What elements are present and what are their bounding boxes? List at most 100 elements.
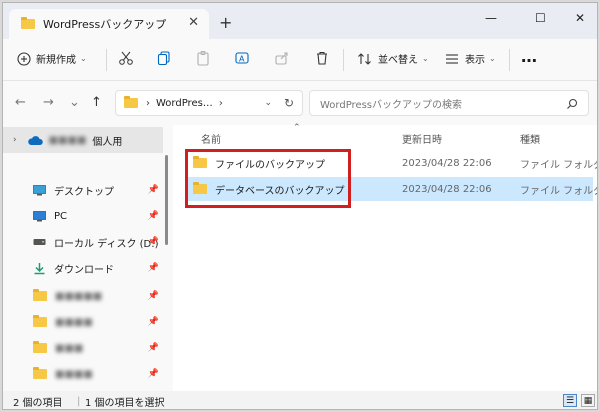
cut-icon[interactable] (118, 50, 134, 66)
breadcrumb-separator: › (146, 97, 150, 109)
breadcrumb-segment[interactable]: WordPres… (156, 98, 213, 109)
file-date: 2023/04/28 22:06 (402, 157, 492, 169)
sidebar-item-local-disk[interactable]: ローカル ディスク (D:) 📌 (3, 229, 163, 255)
divider (343, 49, 344, 71)
address-bar[interactable]: › WordPres… › ⌄ ↻ (115, 90, 303, 116)
back-arrow-icon[interactable]: ← (15, 95, 26, 110)
explorer-window: WordPressバックアップ ✕ + — ☐ ✕ 新規作成 ⌄ A 並べ替え … (2, 2, 598, 410)
pin-icon: 📌 (147, 185, 159, 195)
sidebar-scrollbar[interactable] (165, 133, 168, 383)
maximize-button[interactable]: ☐ (535, 11, 546, 25)
pin-icon: 📌 (147, 369, 159, 379)
new-button[interactable]: 新規作成 ⌄ (17, 51, 87, 66)
svg-text:A: A (239, 55, 245, 64)
pin-icon: 📌 (147, 263, 159, 273)
chevron-down-icon: ⌄ (422, 54, 429, 63)
navigation-pane: › ■■■■ 個人用 デスクトップ 📌 PC 📌 ローカル ディスク (D:) … (3, 125, 173, 391)
folder-icon (21, 17, 35, 29)
search-box[interactable]: WordPressバックアップの検索 (309, 90, 589, 116)
refresh-icon[interactable]: ↻ (284, 96, 294, 110)
scrollbar-thumb[interactable] (165, 155, 168, 245)
redacted-folder-name: ■■■ (55, 342, 84, 354)
more-options-button[interactable]: … (521, 47, 537, 66)
sidebar-item-downloads[interactable]: ダウンロード 📌 (3, 255, 163, 281)
title-bar: WordPressバックアップ ✕ + — ☐ ✕ (3, 3, 597, 39)
selection-count: 1 個の項目を選択 (85, 397, 165, 409)
minimize-button[interactable]: — (485, 11, 497, 25)
plus-circle-icon (17, 51, 31, 66)
address-row: ← → ⌄ ↑ › WordPres… › ⌄ ↻ WordPressバックアッ… (3, 81, 597, 125)
sort-ascending-icon: ⌃ (293, 123, 301, 133)
sidebar-item-desktop[interactable]: デスクトップ 📌 (3, 177, 163, 203)
expand-chevron-icon[interactable]: ⌄ (69, 95, 80, 110)
tab-title: WordPressバックアップ (43, 18, 167, 31)
sidebar-item-redacted-folder[interactable]: ■■■■ 📌 (3, 361, 163, 387)
file-list: ⌃ 名前 更新日時 種類 ファイルのバックアップ 2023/04/28 22:0… (173, 123, 597, 391)
file-date: 2023/04/28 22:06 (402, 183, 492, 195)
view-button[interactable]: 表示 ⌄ (445, 51, 496, 66)
breadcrumb-separator: › (218, 97, 223, 109)
paste-icon[interactable] (195, 50, 211, 66)
new-tab-button[interactable]: + (219, 13, 232, 32)
pin-icon: 📌 (147, 343, 159, 353)
file-type: ファイル フォルダー (520, 159, 597, 171)
sort-label: 並べ替え (378, 55, 418, 66)
column-header-type[interactable]: 種類 (520, 131, 540, 146)
pin-icon: 📌 (147, 237, 159, 247)
folder-icon (33, 289, 47, 301)
cloud-icon (27, 135, 43, 145)
search-icon (567, 98, 578, 109)
command-bar: 新規作成 ⌄ A 並べ替え ⌄ 表示 ⌄ … (3, 39, 597, 81)
account-name-redacted: ■■■■ (48, 134, 87, 146)
view-label: 表示 (465, 55, 485, 66)
redacted-folder-name: ■■■■ (55, 316, 93, 328)
details-view-icon[interactable]: ☰ (563, 394, 577, 407)
new-label: 新規作成 (36, 55, 76, 66)
redacted-folder-name: ■■■■■ (55, 290, 103, 302)
sidebar-item-label: 個人用 (92, 136, 123, 148)
expand-chevron-icon[interactable]: › (13, 135, 17, 145)
desktop-icon (33, 184, 46, 195)
folder-icon (33, 367, 47, 379)
column-header-date[interactable]: 更新日時 (402, 131, 442, 146)
sidebar-item-redacted-folder[interactable]: ■■■■■ 📌 (3, 283, 163, 309)
copy-icon[interactable] (156, 50, 172, 66)
share-icon[interactable] (274, 50, 290, 66)
sidebar-item-onedrive[interactable]: › ■■■■ 個人用 (3, 127, 163, 153)
chevron-down-icon: ⌄ (80, 54, 87, 63)
pin-icon: 📌 (147, 317, 159, 327)
rename-icon[interactable]: A (234, 50, 250, 66)
file-type: ファイル フォルダー (520, 185, 597, 197)
sidebar-item-label: デスクトップ (54, 186, 114, 198)
pin-icon: 📌 (147, 211, 159, 221)
sidebar-item-label: ローカル ディスク (D:) (54, 238, 159, 250)
sort-icon (358, 52, 371, 65)
up-arrow-icon[interactable]: ↑ (91, 95, 102, 110)
divider (106, 49, 107, 71)
sidebar-item-redacted-folder[interactable]: ■■■ 📌 (3, 335, 163, 361)
folder-icon (124, 96, 138, 108)
divider (509, 49, 510, 71)
status-divider: | (77, 395, 81, 407)
tiles-view-icon[interactable]: ▦ (581, 394, 595, 407)
close-button[interactable]: ✕ (575, 11, 585, 25)
list-view-icon (446, 53, 458, 64)
status-bar: 2 個の項目 | 1 個の項目を選択 ☰ ▦ (3, 391, 597, 409)
tab-close-icon[interactable]: ✕ (188, 15, 199, 30)
folder-icon (33, 341, 47, 353)
search-placeholder: WordPressバックアップの検索 (320, 99, 463, 111)
redacted-folder-name: ■■■■ (55, 368, 93, 380)
red-highlight-box (185, 149, 351, 208)
delete-icon[interactable] (314, 50, 330, 66)
sidebar-item-redacted-folder[interactable]: ■■■■ 📌 (3, 309, 163, 335)
sort-button[interactable]: 並べ替え ⌄ (357, 51, 429, 66)
drive-icon (33, 239, 46, 245)
sidebar-item-pc[interactable]: PC 📌 (3, 203, 163, 229)
address-dropdown-icon[interactable]: ⌄ (264, 98, 272, 108)
column-header-name[interactable]: 名前 (201, 131, 221, 146)
pc-icon (33, 210, 46, 221)
pin-icon: 📌 (147, 291, 159, 301)
tab-wordpress-backup[interactable]: WordPressバックアップ ✕ (9, 9, 209, 39)
item-count: 2 個の項目 (13, 397, 63, 409)
forward-arrow-icon[interactable]: → (43, 95, 54, 110)
